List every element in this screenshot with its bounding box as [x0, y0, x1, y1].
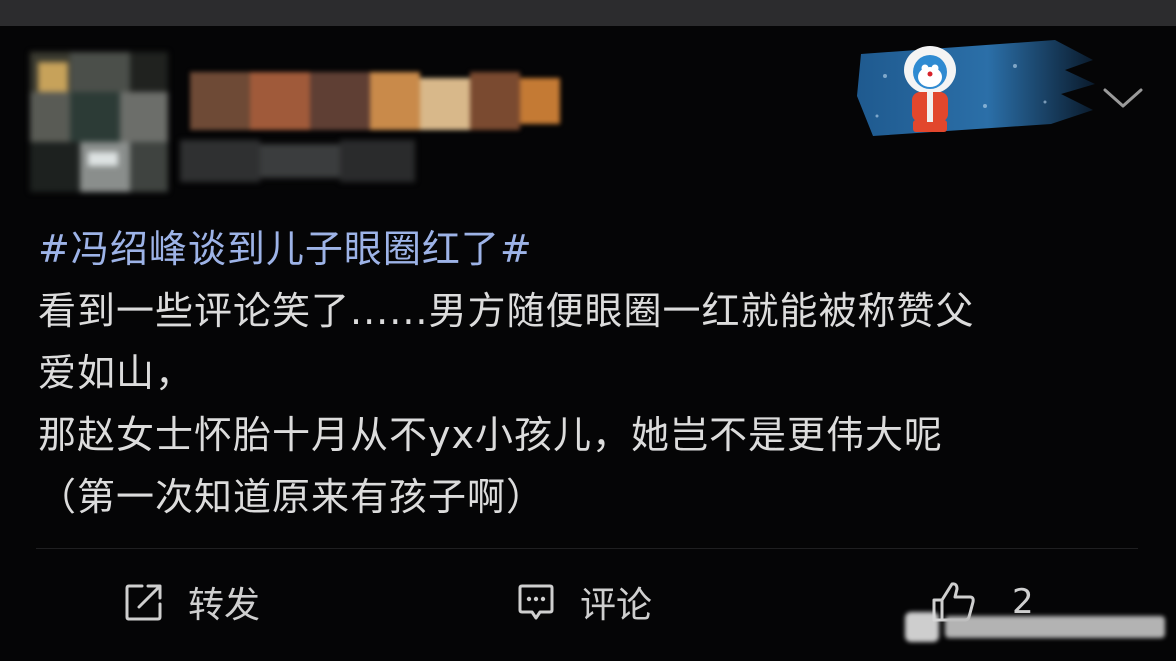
comment-button[interactable]: 评论 [514, 572, 652, 632]
watermark-logo [905, 606, 1167, 650]
post-body: #冯绍峰谈到儿子眼圈红了# 看到一些评论笑了......男方随便眼圈一红就能被称… [38, 218, 1148, 528]
share-arrow-icon [125, 584, 162, 621]
post-meta-redacted [180, 140, 415, 182]
post-text-line-4: （第一次知道原来有孩子啊） [38, 475, 546, 519]
previous-card-edge [0, 0, 1176, 26]
post-text-line-3: 那赵女士怀胎十月从不yx小孩儿，她岂不是更伟大呢 [38, 413, 943, 457]
chevron-down-icon[interactable] [1100, 80, 1146, 116]
topic-hashtag-link[interactable]: #冯绍峰谈到儿子眼圈红了# [38, 218, 1148, 280]
avatar[interactable] [30, 52, 168, 192]
comment-bubble-icon [518, 584, 554, 620]
post-text-line-2: 爱如山， [38, 351, 195, 395]
card-decoration-banner [857, 40, 1095, 136]
divider [36, 548, 1138, 549]
repost-label: 转发 [188, 585, 261, 626]
repost-button[interactable]: 转发 [122, 572, 260, 632]
username-redacted[interactable] [190, 72, 560, 130]
screen: #冯绍峰谈到儿子眼圈红了# 看到一些评论笑了......男方随便眼圈一红就能被称… [0, 0, 1176, 661]
post-text-line-1: 看到一些评论笑了......男方随便眼圈一红就能被称赞父 [38, 289, 975, 333]
comment-label: 评论 [580, 585, 653, 626]
